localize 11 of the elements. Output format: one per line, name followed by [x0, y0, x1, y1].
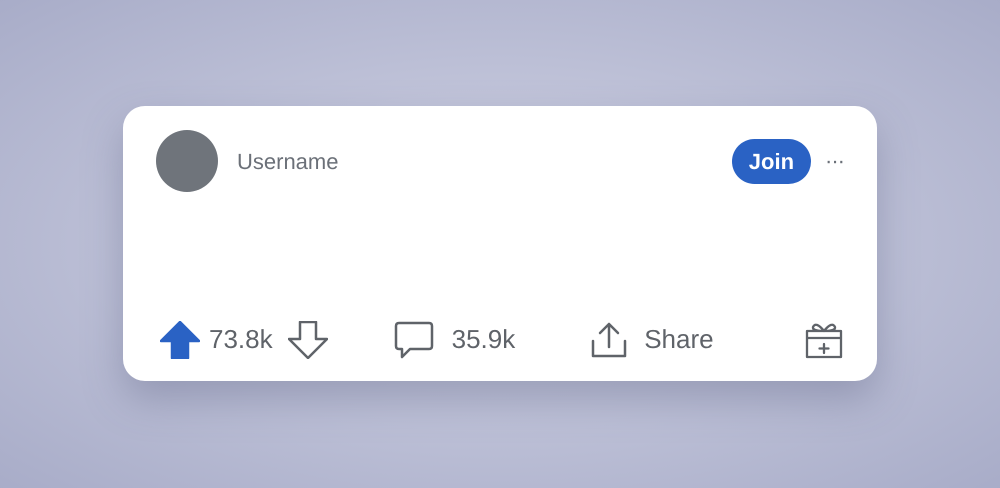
more-button[interactable]: ··· — [825, 150, 844, 172]
downvote-icon[interactable] — [288, 320, 328, 358]
vote-count: 73.8k — [209, 323, 273, 356]
comment-icon[interactable] — [394, 320, 434, 358]
comment-count: 35.9k — [452, 323, 516, 356]
join-button[interactable]: Join — [732, 138, 812, 184]
share-icon — [589, 320, 630, 358]
username: Username — [237, 148, 338, 176]
gift-icon[interactable] — [804, 320, 844, 358]
upvote-icon[interactable] — [160, 320, 200, 358]
share-button[interactable]: Share — [589, 320, 714, 359]
